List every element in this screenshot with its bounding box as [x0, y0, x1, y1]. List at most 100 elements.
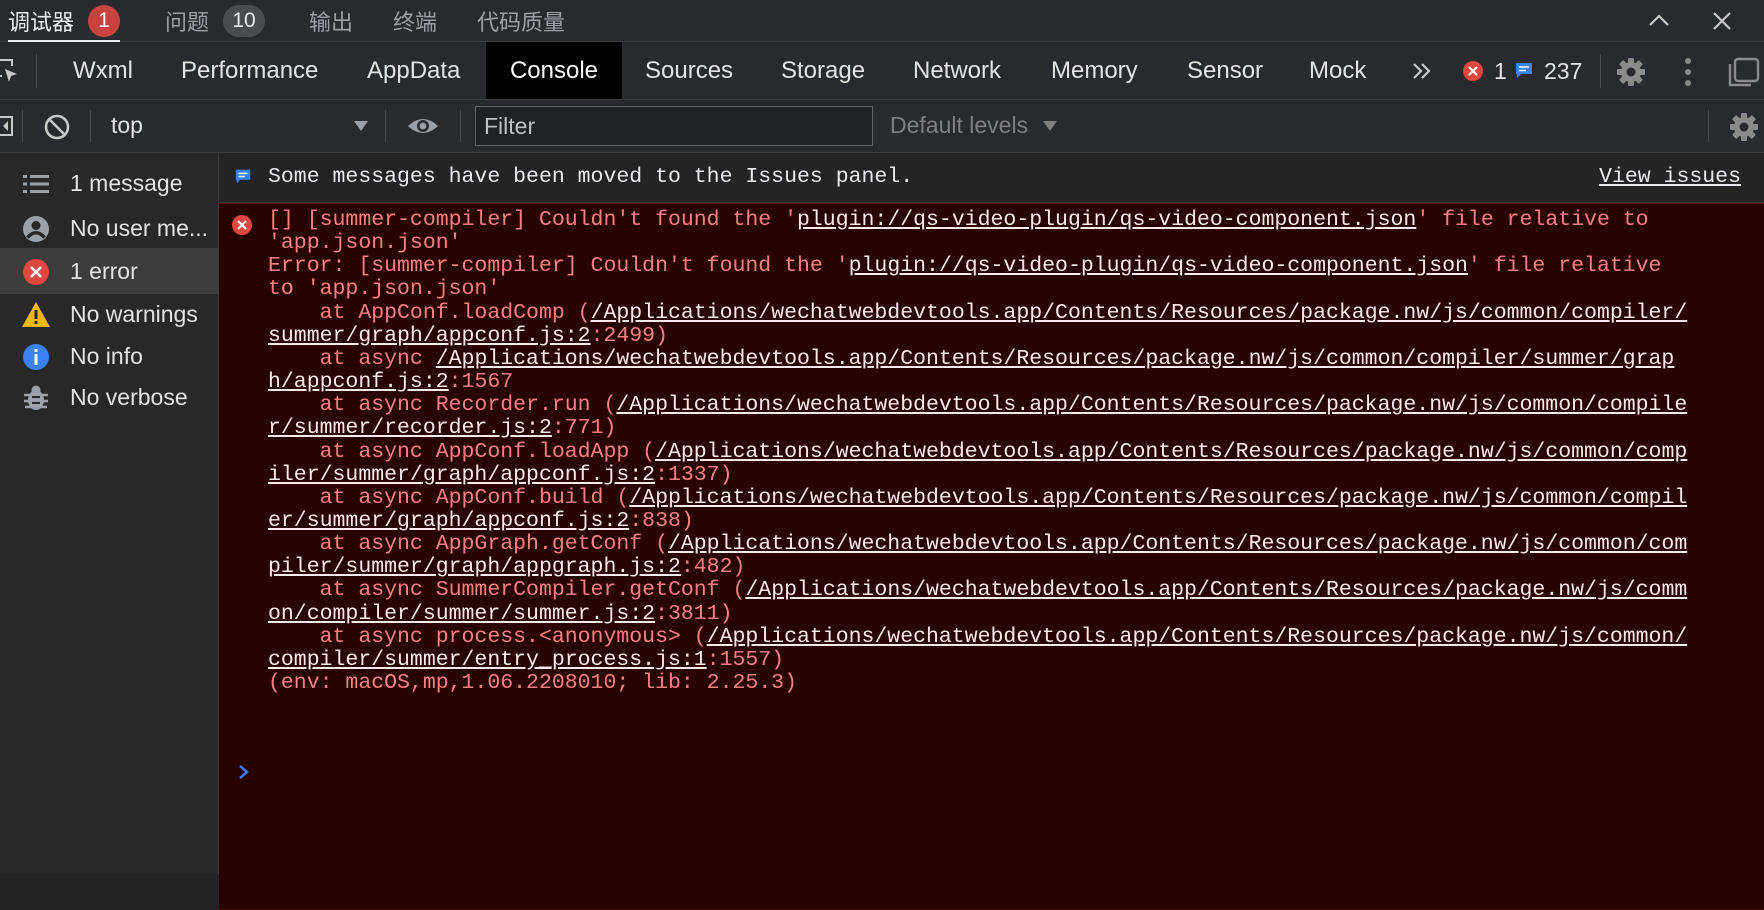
collapse-panel-icon[interactable]	[1644, 6, 1674, 36]
tab-performance[interactable]: Performance	[181, 42, 318, 99]
source-link[interactable]: plugin://qs-video-plugin/qs-video-compon…	[797, 208, 1416, 232]
message-count-summary[interactable]: 237	[1514, 56, 1582, 86]
chevron-down-icon	[354, 121, 368, 131]
tab-console-label: Console	[509, 56, 599, 84]
source-link[interactable]: er/summer/graph/appconf.js:2	[268, 509, 629, 533]
source-link[interactable]: /Applications/wechatwebdevtools.app/Cont…	[668, 532, 1687, 556]
error-line: Error: [summer-compiler] Couldn't found …	[268, 254, 1661, 278]
sidebar-toggle-icon[interactable]	[0, 115, 14, 137]
error-text-segment: Error: [summer-compiler] Couldn't found …	[268, 254, 849, 279]
source-link[interactable]: /Applications/wechatwebdevtools.app/Cont…	[655, 440, 1687, 464]
error-line: at async AppConf.loadApp (/Applications/…	[268, 439, 1688, 464]
error-line: summer/graph/appconf.js:2:2499)	[268, 324, 668, 348]
source-link[interactable]: /Applications/wechatwebdevtools.app/Cont…	[591, 301, 1688, 325]
error-text-segment: :3811)	[655, 601, 733, 626]
tab-sensor[interactable]: Sensor	[1187, 42, 1263, 99]
source-link[interactable]: /Applications/wechatwebdevtools.app/Cont…	[707, 625, 1688, 649]
source-link[interactable]: plugin://qs-video-plugin/qs-video-compon…	[849, 254, 1468, 278]
tab-network[interactable]: Network	[913, 42, 1001, 99]
sidebar-item-warnings[interactable]: No warnings	[0, 291, 218, 337]
error-text-segment: :838)	[629, 508, 694, 533]
toolbar-divider	[22, 110, 23, 142]
sidebar-item-label: 1 message	[70, 169, 183, 196]
problems-count-badge: 10	[223, 5, 266, 37]
source-link[interactable]: iler/summer/graph/appconf.js:2	[268, 463, 655, 487]
error-text-segment: at async	[268, 346, 436, 371]
close-panel-icon[interactable]	[1707, 6, 1737, 36]
tab-debugger[interactable]: 调试器 1	[8, 0, 121, 42]
error-line: at async SummerCompiler.getConf (/Applic…	[268, 578, 1688, 602]
error-line: piler/summer/graph/appgraph.js:2:482)	[268, 555, 745, 579]
source-link[interactable]: /Applications/wechatwebdevtools.app/Cont…	[616, 393, 1687, 417]
console-settings-gear-icon[interactable]	[1728, 111, 1760, 143]
toolbar-divider	[385, 110, 386, 142]
console-toolbar: top Default levels	[0, 100, 1764, 153]
panel-tab-bar: 调试器 1 问题 10 输出 终端 代码质量	[0, 0, 1764, 42]
tab-appdata[interactable]: AppData	[367, 42, 460, 99]
tab-sensor-label: Sensor	[1187, 56, 1264, 84]
view-issues-link[interactable]: View issues	[1599, 165, 1741, 189]
tab-storage[interactable]: Storage	[781, 42, 865, 99]
source-link[interactable]: piler/summer/graph/appgraph.js:2	[268, 555, 681, 579]
toolbar-divider	[90, 110, 91, 142]
sidebar-item-verbose[interactable]: No verbose	[0, 374, 218, 420]
source-link[interactable]: /Applications/wechatwebdevtools.app/Cont…	[745, 578, 1687, 602]
tab-wxml[interactable]: Wxml	[73, 42, 133, 99]
more-options-icon[interactable]	[1676, 56, 1700, 88]
tab-sources-label: Sources	[645, 56, 734, 84]
tab-memory[interactable]: Memory	[1051, 42, 1138, 99]
tab-output-label: 输出	[309, 10, 354, 35]
error-line: at AppConf.loadComp (/Applications/wecha…	[268, 301, 1688, 325]
toolbar-divider	[460, 110, 461, 142]
source-link[interactable]: on/compiler/summer/summer.js:2	[268, 602, 655, 626]
source-link[interactable]: /Applications/wechatwebdevtools.app/Cont…	[629, 486, 1687, 510]
inspect-element-icon[interactable]	[0, 58, 20, 84]
warning-icon	[22, 302, 50, 327]
sidebar-item-info[interactable]: No info	[0, 333, 218, 379]
dock-side-icon[interactable]	[1726, 56, 1760, 88]
error-line: at async /Applications/wechatwebdevtools…	[268, 346, 1675, 371]
log-levels-dropdown[interactable]: Default levels	[890, 100, 1060, 153]
sidebar-item-messages[interactable]: 1 message	[0, 160, 218, 206]
log-levels-label: Default levels	[890, 112, 1029, 138]
error-count-summary[interactable]: 1	[1462, 56, 1507, 86]
error-line: to 'app.json.json'	[268, 277, 500, 301]
message-count: 237	[1544, 57, 1583, 84]
error-line: h/appconf.js:2:1567	[268, 370, 513, 394]
source-link[interactable]: r/summer/recorder.js:2	[268, 416, 552, 440]
tab-output[interactable]: 输出	[309, 0, 353, 42]
tab-mock[interactable]: Mock	[1309, 42, 1366, 99]
error-text-segment: :1567	[448, 370, 514, 395]
error-text-segment: [] [summer-compiler] Couldn't found the …	[268, 208, 797, 232]
source-link[interactable]: compiler/summer/entry_process.js:1	[268, 648, 707, 672]
message-icon	[1516, 63, 1532, 78]
more-tabs-chevron-icon[interactable]	[1410, 59, 1434, 83]
message-icon	[235, 169, 251, 184]
error-line: (env: macOS,mp,1.06.2208010; lib: 2.25.3…	[268, 671, 797, 695]
source-link[interactable]: h/appconf.js:2	[268, 370, 449, 394]
source-link[interactable]: summer/graph/appconf.js:2	[268, 324, 591, 348]
tab-sources[interactable]: Sources	[645, 42, 733, 99]
tab-console[interactable]: Console	[486, 42, 622, 99]
console-sidebar: 1 message No user me... 1 error No warni…	[0, 153, 219, 874]
list-icon	[23, 175, 49, 193]
error-line: iler/summer/graph/appconf.js:2:1337)	[268, 463, 733, 487]
clear-console-icon[interactable]	[43, 113, 71, 141]
debugger-error-badge: 1	[88, 5, 121, 37]
sidebar-item-user-messages[interactable]: No user me...	[0, 205, 218, 251]
tab-problems[interactable]: 问题 10	[165, 0, 266, 42]
error-text-segment: at async AppConf.loadApp (	[268, 439, 656, 464]
context-selector[interactable]: top	[111, 100, 375, 153]
sidebar-item-errors[interactable]: 1 error	[0, 248, 218, 294]
error-text-segment: at async AppGraph.getConf (	[268, 532, 668, 557]
filter-input[interactable]	[475, 106, 873, 146]
tab-code-quality[interactable]: 代码质量	[477, 0, 565, 42]
settings-gear-icon[interactable]	[1615, 56, 1647, 88]
error-text-segment: :1557)	[706, 647, 785, 672]
tab-terminal[interactable]: 终端	[393, 0, 437, 42]
live-expression-eye-icon[interactable]	[406, 113, 440, 139]
error-line: at async AppConf.build (/Applications/we…	[268, 486, 1688, 510]
console-prompt-chevron-icon[interactable]	[236, 764, 252, 780]
error-text-segment: (env: macOS,mp,1.06.2208010; lib: 2.25.3…	[268, 671, 797, 695]
source-link[interactable]: /Applications/wechatwebdevtools.app/Cont…	[436, 347, 1675, 371]
